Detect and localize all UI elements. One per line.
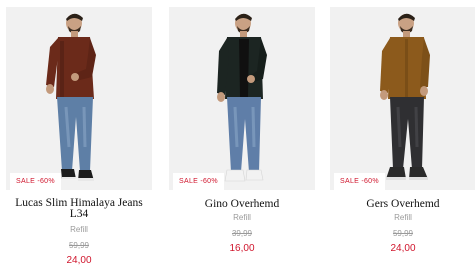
product-brand: Refill [70, 225, 88, 234]
sale-price: 24,00 [390, 243, 416, 254]
product-card[interactable]: SALE -60% Gers Overhemd Refill 59,99 24,… [330, 0, 475, 269]
product-brand: Refill [394, 213, 412, 222]
product-card[interactable]: SALE -60% Gino Overhemd Refill 39,99 16,… [169, 0, 315, 269]
sale-badge: SALE -60% [10, 173, 61, 190]
product-image[interactable]: SALE -60% [6, 7, 152, 190]
product-name[interactable]: Lucas Slim Himalaya Jeans L34 [6, 197, 152, 220]
product-image[interactable]: SALE -60% [169, 7, 315, 190]
model-figure [46, 13, 96, 181]
sale-badge: SALE -60% [173, 173, 224, 190]
product-name[interactable]: Gino Overhemd [169, 198, 315, 210]
sale-price: 16,00 [229, 243, 255, 254]
product-brand: Refill [233, 213, 251, 222]
original-price: 59,99 [68, 241, 90, 250]
product-name[interactable]: Gers Overhemd [330, 198, 475, 210]
model-figure [380, 13, 430, 180]
sale-badge: SALE -60% [334, 173, 385, 190]
model-figure [217, 13, 267, 182]
original-price: 39,99 [231, 229, 253, 238]
product-image[interactable]: SALE -60% [330, 7, 475, 190]
product-card[interactable]: SALE -60% Lucas Slim Himalaya Jeans L34 … [6, 0, 152, 269]
original-price: 59,99 [392, 229, 414, 238]
sale-price: 24,00 [66, 255, 92, 266]
